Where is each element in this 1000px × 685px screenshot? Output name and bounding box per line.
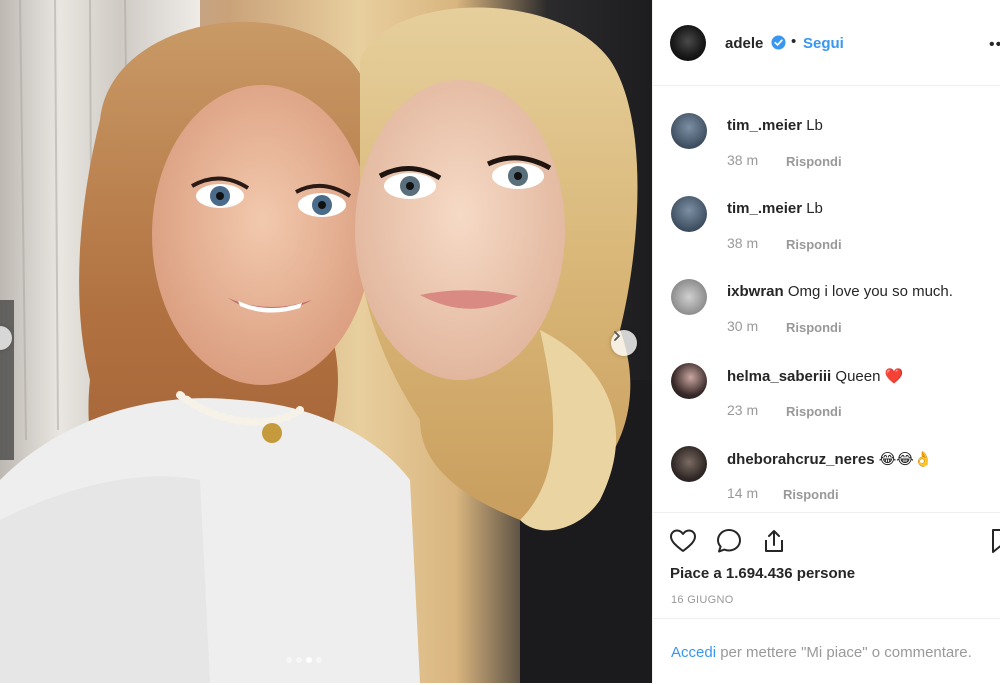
comment-time: 14 m <box>727 485 759 501</box>
comment-time: 23 m <box>727 402 759 418</box>
comment-item: helma_saberiii Queen ❤️ 23 m Rispondi <box>653 336 1000 420</box>
comment-body: Omg i love you so much. <box>787 283 953 300</box>
login-prompt: Accedi per mettere "Mi piace" o commenta… <box>653 618 1000 685</box>
reply-button[interactable]: Rispondi <box>786 404 842 419</box>
comment-time: 38 m <box>727 235 759 251</box>
comment-time: 38 m <box>727 152 759 168</box>
selfie-image <box>0 0 652 683</box>
comment-item: ixbwran Omg i love you so much. 30 m Ris… <box>653 252 1000 336</box>
comment-text: tim_.meier Lb <box>727 117 823 134</box>
comment-body: Lb <box>806 117 823 134</box>
carousel-dot-active <box>306 657 312 663</box>
comment-text: dheborahcruz_neres 😂😂👌 <box>727 450 932 468</box>
author-avatar[interactable] <box>670 25 706 61</box>
comment-text: helma_saberiii Queen ❤️ <box>727 367 903 385</box>
likes-suffix: persone <box>796 565 856 582</box>
bookmark-icon[interactable] <box>989 527 1000 555</box>
reply-button[interactable]: Rispondi <box>786 320 842 335</box>
ellipsis-icon[interactable]: ••• <box>989 36 1000 54</box>
commenter-avatar[interactable] <box>671 279 707 315</box>
verified-badge-icon <box>771 35 786 50</box>
post-header: adele • Segui ••• <box>653 0 1000 86</box>
comment-username[interactable]: ixbwran <box>727 283 784 300</box>
comment-item: dheborahcruz_neres 😂😂👌 14 m Rispondi <box>653 419 1000 503</box>
post-actions: Piace a 1.694.436 persone 16 GIUGNO Acce… <box>653 512 1000 684</box>
follow-button[interactable]: Segui <box>803 35 844 52</box>
carousel-indicator <box>286 657 322 663</box>
comment-body: 😂😂👌 <box>878 451 933 468</box>
author-username[interactable]: adele <box>725 35 763 52</box>
commenter-avatar[interactable] <box>671 113 707 149</box>
comment-item: tim_.meier Lb 38 m Rispondi <box>653 169 1000 253</box>
commenter-avatar[interactable] <box>671 196 707 232</box>
comment-icon[interactable] <box>715 527 743 555</box>
share-icon[interactable] <box>760 527 788 555</box>
likes-prefix: Piace a <box>670 565 722 582</box>
comment-username[interactable]: tim_.meier <box>727 117 802 134</box>
commenter-avatar[interactable] <box>671 446 707 482</box>
post-date: 16 GIUGNO <box>671 594 734 606</box>
reply-button[interactable]: Rispondi <box>783 487 839 502</box>
reply-button[interactable]: Rispondi <box>786 154 842 169</box>
header-separator: • <box>791 33 797 50</box>
carousel-dot <box>286 657 292 663</box>
chevron-right-icon <box>614 331 620 341</box>
comment-username[interactable]: dheborahcruz_neres <box>727 451 875 468</box>
comment-username[interactable]: helma_saberiii <box>727 368 831 385</box>
likes-count[interactable]: Piace a 1.694.436 persone <box>670 565 855 582</box>
carousel-dot <box>296 657 302 663</box>
comment-item: tim_.meier Lb 38 m Rispondi <box>653 86 1000 170</box>
carousel-dot <box>316 657 322 663</box>
comment-text: tim_.meier Lb <box>727 200 823 217</box>
likes-number: 1.694.436 <box>725 565 793 582</box>
login-link[interactable]: Accedi <box>671 644 716 661</box>
commenter-avatar[interactable] <box>671 363 707 399</box>
post-sidebar: adele • Segui ••• tim_.meier Lb 38 m Ris… <box>652 0 1000 683</box>
post-photo <box>0 0 652 683</box>
comment-username[interactable]: tim_.meier <box>727 200 802 217</box>
login-text: per mettere "Mi piace" o commentare. <box>720 644 972 661</box>
reply-button[interactable]: Rispondi <box>786 237 842 252</box>
comment-body: Lb <box>806 200 823 217</box>
comment-time: 30 m <box>727 318 759 334</box>
heart-icon[interactable] <box>669 527 697 555</box>
comment-body: Queen ❤️ <box>835 368 904 385</box>
carousel-next-button[interactable] <box>611 330 637 356</box>
comment-text: ixbwran Omg i love you so much. <box>727 283 953 300</box>
